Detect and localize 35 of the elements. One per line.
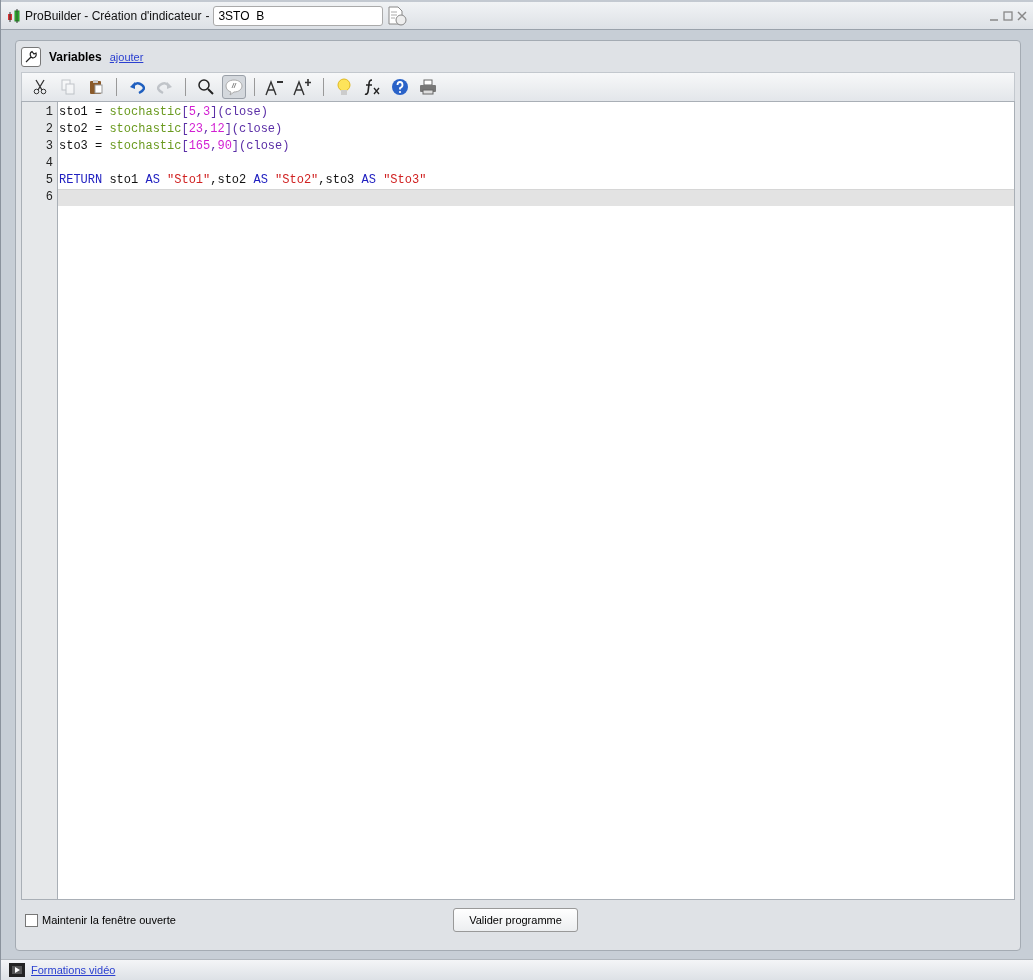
printer-icon <box>419 79 437 95</box>
line-number: 3 <box>44 138 54 155</box>
lightbulb-icon <box>336 78 352 96</box>
add-link[interactable]: ajouter <box>109 51 144 63</box>
undo-icon <box>129 79 145 95</box>
validate-button[interactable]: Valider programme <box>453 908 578 932</box>
line-number: 1 <box>44 104 54 121</box>
line-number: 6 <box>44 189 54 206</box>
indicator-name-field[interactable]: 3STO B <box>213 5 384 26</box>
close-icon[interactable] <box>1017 10 1027 21</box>
code-editor[interactable]: 1 2 3 4 5 6 sto1 = stochastic[5,3](close) sto2 = stochastic[23,12](close) sto3 = stochastic[165,90](close) RETURN sto1 AS "Sto1",sto2 AS "Sto2",sto3 AS "Sto3" <box>21 101 1015 900</box>
line-number: 4 <box>44 155 54 172</box>
font-increase-icon <box>293 78 313 96</box>
variables-label: Variables <box>49 50 102 64</box>
search-icon <box>197 78 215 96</box>
maximize-icon[interactable] <box>1003 10 1013 21</box>
font-decrease-icon <box>265 78 285 96</box>
speech-bubble-icon <box>225 78 243 96</box>
line-number: 5 <box>44 172 54 189</box>
function-icon <box>363 78 381 96</box>
candlestick-icon <box>7 8 21 23</box>
wrench-button[interactable] <box>21 47 41 67</box>
copy-icon <box>60 79 76 95</box>
scissors-icon <box>32 79 48 95</box>
redo-icon <box>157 79 173 95</box>
help-icon <box>391 78 409 96</box>
film-icon <box>9 963 25 977</box>
clipboard-icon <box>88 79 104 95</box>
line-number: 2 <box>44 121 54 138</box>
document-help-icon[interactable] <box>387 5 408 26</box>
window-title: ProBuilder - Création d'indicateur <box>25 8 202 23</box>
keep-open-checkbox[interactable] <box>25 913 38 927</box>
video-tutorials-link[interactable]: Formations vidéo <box>31 964 116 976</box>
title-separator: - <box>205 8 210 23</box>
keep-open-label: Maintenir la fenêtre ouverte <box>42 914 176 926</box>
